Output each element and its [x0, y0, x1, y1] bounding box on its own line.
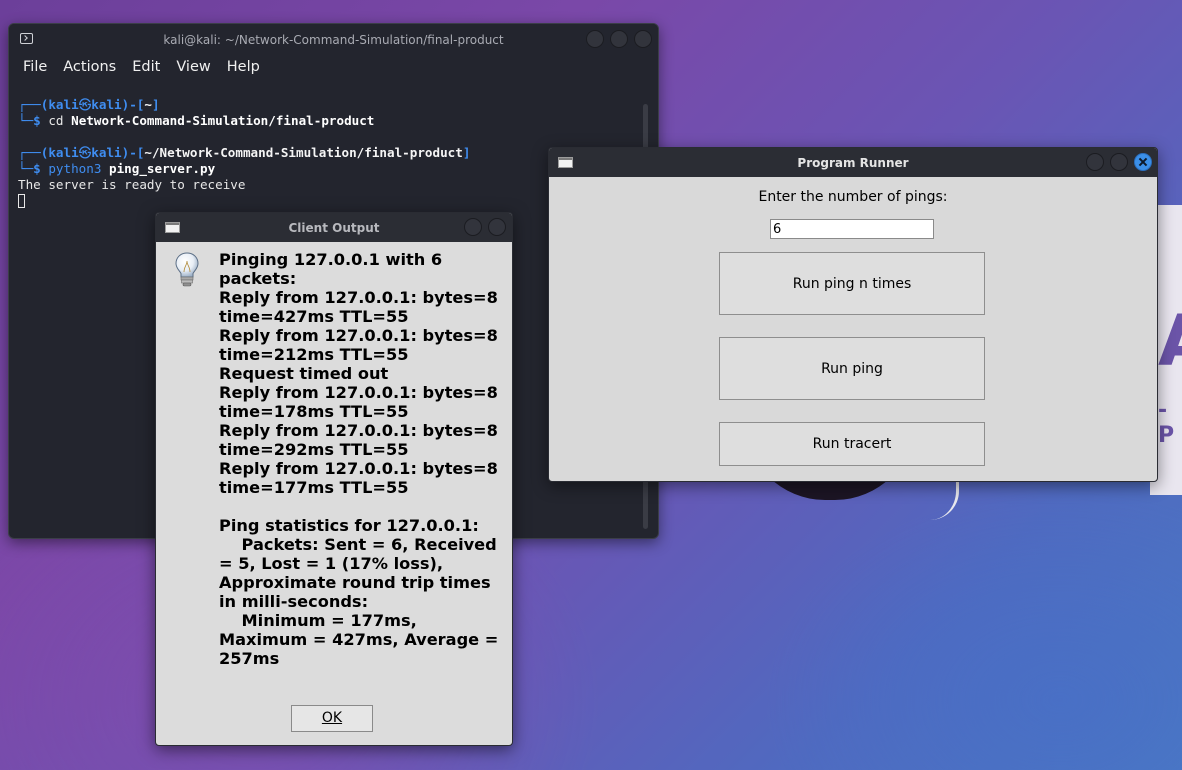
wallpaper-logo-text: - P — [1158, 398, 1175, 448]
maximize-button[interactable] — [610, 30, 628, 48]
close-button[interactable] — [1134, 153, 1152, 171]
runner-titlebar[interactable]: Program Runner — [549, 148, 1157, 177]
command-arg: ping_server.py — [109, 161, 216, 176]
terminal-titlebar[interactable]: kali@kali: ~/Network-Command-Simulation/… — [9, 24, 658, 56]
pings-count-input[interactable] — [770, 219, 934, 239]
minimize-button[interactable] — [464, 218, 482, 236]
ping-results-message: Pinging 127.0.0.1 with 6 packets: Reply … — [219, 250, 499, 668]
terminal-menubar: File Actions Edit View Help — [9, 56, 658, 78]
minimize-button[interactable] — [1086, 153, 1104, 171]
runner-content: Enter the number of pings: Run ping n ti… — [552, 177, 1154, 478]
command-arg: Network-Command-Simulation/final-product — [71, 113, 375, 128]
ok-button-label: OK — [321, 710, 343, 726]
client-output-dialog[interactable]: Client Output Pinging 127.0.0.1 with 6 p… — [155, 212, 513, 746]
close-button[interactable] — [634, 30, 652, 48]
prompt-user: kali — [48, 145, 79, 160]
run-ping-button[interactable]: Run ping — [719, 337, 985, 400]
runner-title: Program Runner — [797, 155, 909, 170]
prompt-user: kali — [48, 97, 79, 112]
ok-button[interactable]: OK — [291, 705, 373, 732]
prompt-host: kali — [91, 97, 122, 112]
server-output-line: The server is ready to receive — [18, 177, 246, 192]
wallpaper-logo-letter: A — [1158, 300, 1182, 382]
command-name: python3 — [48, 161, 102, 176]
client-content: Pinging 127.0.0.1 with 6 packets: Reply … — [159, 242, 509, 742]
close-button[interactable] — [488, 218, 506, 236]
pings-prompt-label: Enter the number of pings: — [758, 189, 948, 205]
menu-actions[interactable]: Actions — [55, 59, 124, 75]
prompt-host: kali — [91, 145, 122, 160]
run-ping-n-times-button[interactable]: Run ping n times — [719, 252, 985, 315]
terminal-cursor — [18, 194, 25, 208]
menu-help[interactable]: Help — [219, 59, 268, 75]
program-runner-window[interactable]: Program Runner Enter the number of pings… — [548, 147, 1158, 482]
menu-view[interactable]: View — [168, 59, 218, 75]
maximize-button[interactable] — [1110, 153, 1128, 171]
menu-edit[interactable]: Edit — [124, 59, 168, 75]
terminal-title: kali@kali: ~/Network-Command-Simulation/… — [163, 33, 504, 47]
client-titlebar[interactable]: Client Output — [156, 213, 512, 242]
prompt-cwd: ~/Network-Command-Simulation/final-produ… — [144, 145, 463, 160]
run-tracert-button[interactable]: Run tracert — [719, 422, 985, 466]
command-name: cd — [48, 113, 64, 128]
prompt-cwd: ~ — [144, 97, 152, 112]
menu-file[interactable]: File — [15, 59, 55, 75]
lightbulb-icon — [175, 252, 199, 287]
minimize-button[interactable] — [586, 30, 604, 48]
client-title: Client Output — [288, 220, 380, 235]
